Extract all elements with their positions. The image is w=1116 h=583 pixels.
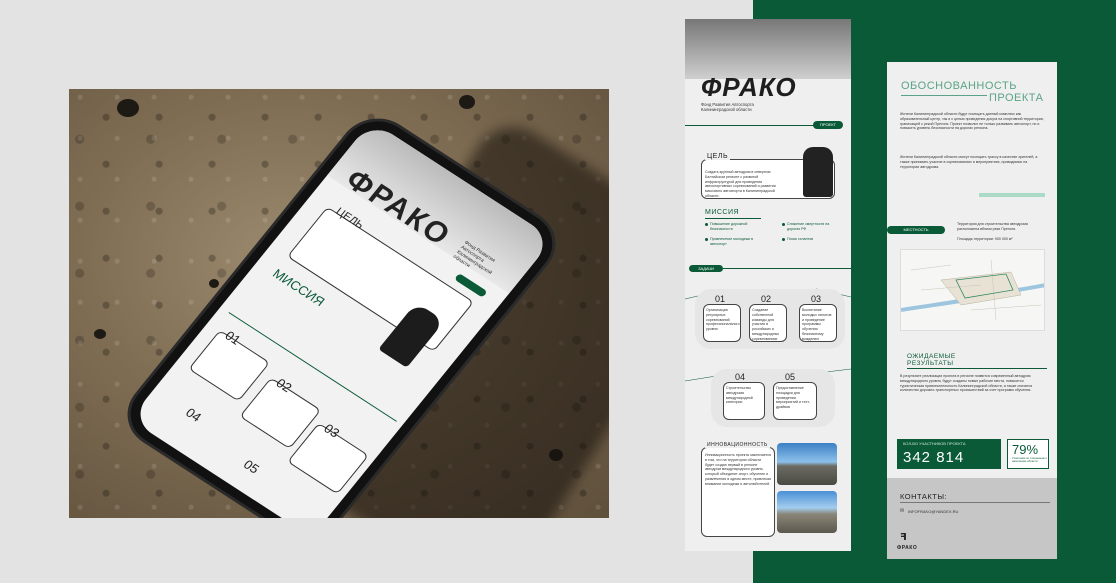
mission-item: Снижение смертности на дорогах РФ bbox=[787, 222, 830, 231]
rationale-paragraph-2: Жители Калининградской области смогут по… bbox=[900, 155, 1038, 169]
participants-stat: КОЛ-ВО УЧАСТНИКОВ ПРОЕКТА 342 814 bbox=[897, 439, 1001, 469]
phone-mockup-photo: ФРАКО Фонд Развития Автоспорта Калинингр… bbox=[69, 89, 609, 518]
phone-task-number: 04 bbox=[182, 404, 205, 425]
results-title-line1: ОЖИДАЕМЫЕ bbox=[907, 353, 956, 360]
footer-logo-mark-icon: ꟻ bbox=[900, 532, 907, 543]
site-map bbox=[900, 249, 1045, 331]
design-page-2: ОБОСНОВАННОСТЬ ПРОЕКТА Жители Калинингра… bbox=[887, 62, 1057, 559]
percent-caption: Участники по отношению к населению облас… bbox=[1012, 456, 1047, 464]
task-number: 05 bbox=[785, 372, 796, 382]
mission-item: Поиск талантов bbox=[787, 237, 814, 241]
innovation-photo-2 bbox=[777, 491, 837, 533]
task-text: Организация регулярных соревнований проф… bbox=[706, 308, 740, 332]
logo: ФРАКО bbox=[701, 72, 797, 102]
task-number: 03 bbox=[811, 294, 822, 304]
participants-label: КОЛ-ВО УЧАСТНИКОВ ПРОЕКТА bbox=[903, 441, 966, 446]
task-text: Воспитание молодых пилотов и проведение … bbox=[802, 308, 832, 341]
mission-item: Привлечение молодежи в автоспорт bbox=[710, 237, 754, 246]
mission-title: МИССИЯ bbox=[705, 209, 740, 216]
tasks-pill: ЗАДАЧИ bbox=[689, 265, 723, 272]
area-text: Площадь территории: 900 000 м² bbox=[957, 237, 1013, 241]
results-title-line2: РЕЗУЛЬТАТЫ bbox=[907, 360, 954, 367]
contacts-title: КОНТАКТЫ: bbox=[900, 492, 948, 501]
phone-task-number: 05 bbox=[240, 456, 263, 477]
percent-stat: 79% Участники по отношению к населению о… bbox=[1007, 439, 1049, 469]
locality-pill: МЕСТНОСТЬ bbox=[887, 226, 945, 234]
mail-icon: ✉ bbox=[900, 508, 905, 514]
design-page-1: ФРАКО Фонд Развития Автоспорта Калинингр… bbox=[685, 19, 851, 551]
footer-logo-text: ФРАКО bbox=[897, 545, 918, 551]
percent-value: 79% bbox=[1012, 442, 1039, 457]
task-number: 04 bbox=[735, 372, 746, 382]
innovation-title: ИННОВАЦИОННОСТЬ bbox=[705, 442, 770, 448]
hero-photo bbox=[685, 19, 851, 79]
rationale-title-line2: ПРОЕКТА bbox=[989, 92, 1044, 104]
mission-item: Повышение дорожной безопасности bbox=[710, 222, 748, 231]
person-photo bbox=[803, 147, 833, 197]
participants-value: 342 814 bbox=[903, 449, 965, 466]
goal-text: Создать крупный автодром в северном Балт… bbox=[705, 170, 776, 198]
task-text: Создание собственной команды для участия… bbox=[752, 308, 780, 341]
locality-text: Территория для строительства автодрома р… bbox=[957, 222, 1028, 231]
task-text: Предоставление площадки для проведения м… bbox=[776, 386, 811, 410]
results-text: В результате реализации проекта в регион… bbox=[900, 374, 1033, 393]
innovation-photo-1 bbox=[777, 443, 837, 485]
project-pill: ПРОЕКТ bbox=[813, 121, 843, 129]
brand-subtitle: Фонд Развития Автоспорта Калининградской… bbox=[701, 102, 754, 112]
rationale-title-line1: ОБОСНОВАННОСТЬ bbox=[901, 80, 1017, 92]
contact-email[interactable]: INFOFRAKO@YANDEX.RU bbox=[908, 509, 958, 514]
goal-title: ЦЕЛЬ bbox=[705, 153, 731, 160]
task-number: 01 bbox=[715, 294, 726, 304]
rationale-paragraph-1: Жители Калининградской области будут пос… bbox=[900, 112, 1044, 131]
innovation-text: Инновационность проекта заключается в то… bbox=[705, 453, 771, 486]
task-number: 02 bbox=[761, 294, 772, 304]
task-text: Строительство автодрома международной ка… bbox=[726, 386, 753, 405]
